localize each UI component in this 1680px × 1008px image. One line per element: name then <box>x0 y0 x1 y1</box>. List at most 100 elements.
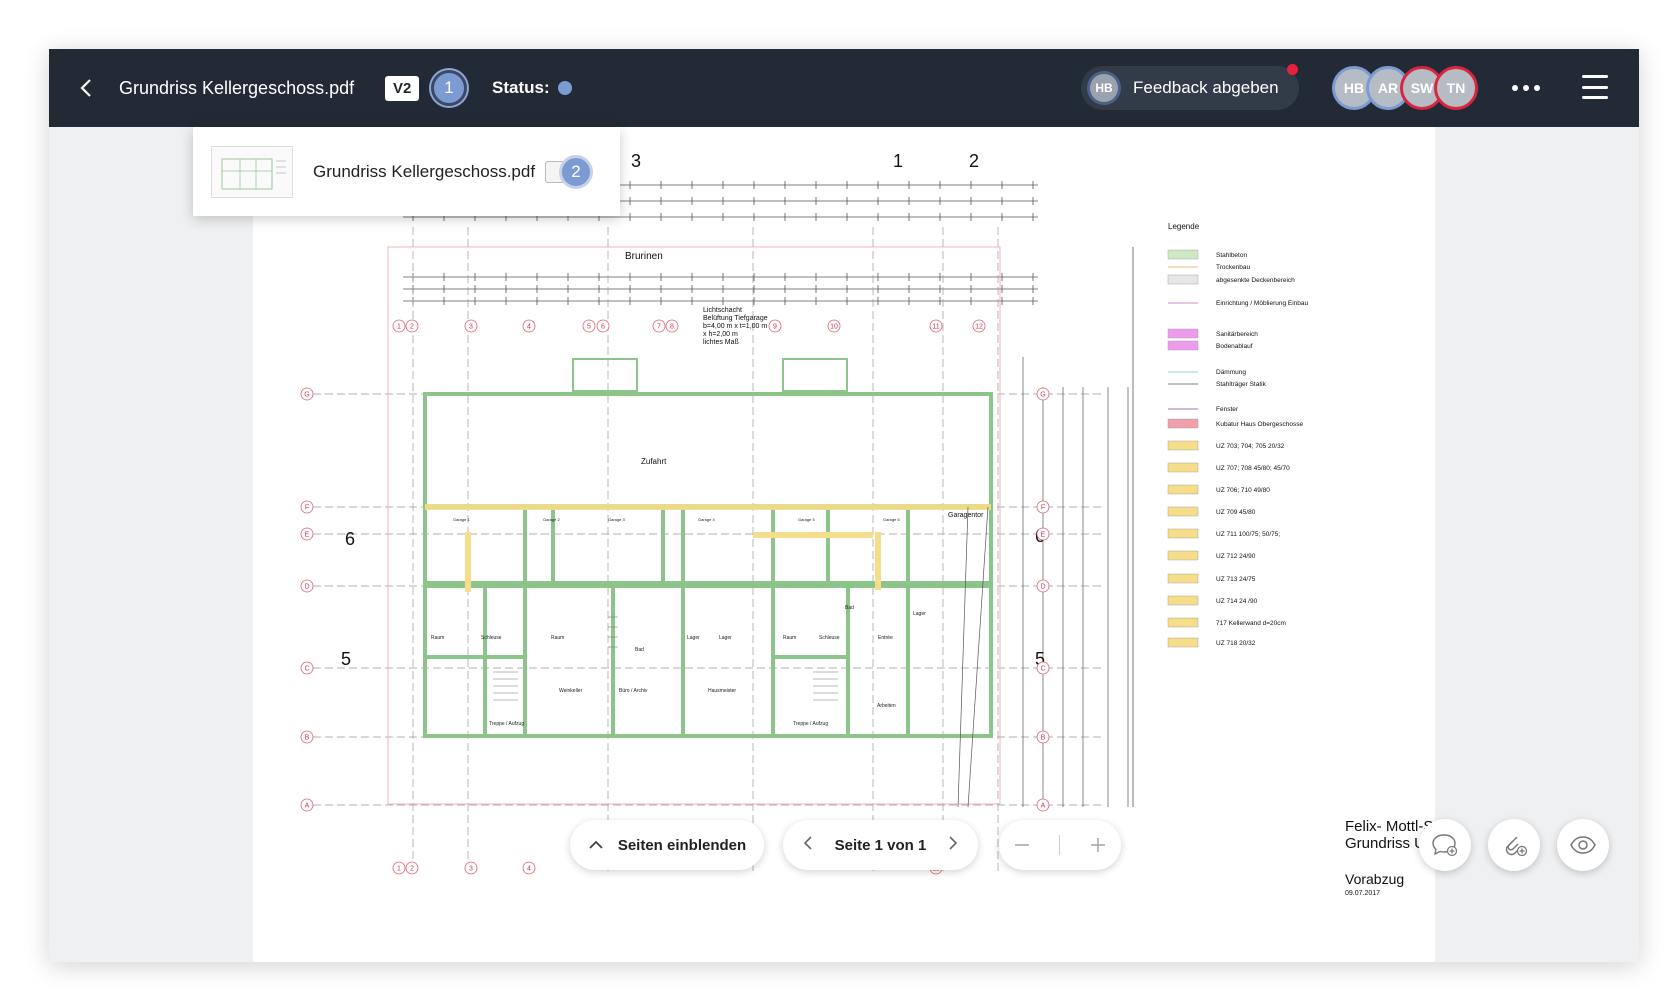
legend-label: UZ 707; 708 45/80; 45/70 <box>1216 465 1290 472</box>
page-navigator: Seite 1 von 1 <box>783 820 978 870</box>
menu-button[interactable] <box>1581 75 1609 99</box>
legend-swatch <box>1167 328 1199 339</box>
version-badge[interactable]: V2 <box>385 76 420 101</box>
legend-swatch <box>1167 418 1199 429</box>
legend-label: Kubatur Haus Obergeschosse <box>1216 421 1303 428</box>
legend-swatch <box>1167 340 1199 351</box>
legend-label: UZ 703; 704; 705 20/32 <box>1216 443 1285 450</box>
legend-entry: Bodenablauf <box>1167 340 1253 351</box>
zoom-out-button[interactable] <box>1013 830 1031 861</box>
legend-entry: UZ 707; 708 45/80; 45/70 <box>1167 462 1290 473</box>
svg-text:D: D <box>1040 584 1045 591</box>
legend-label: Fenster <box>1216 406 1239 413</box>
legend-swatch <box>1167 484 1199 495</box>
axis-marker: E <box>300 527 314 541</box>
dot-icon <box>1512 85 1518 91</box>
next-page-button[interactable] <box>948 834 958 857</box>
room-label: Raum <box>783 635 796 641</box>
legend-entry: UZ 714 24 /90 <box>1167 595 1258 606</box>
axis-marker: 2 <box>405 319 419 333</box>
legend-label: abgesenkte Deckenbereich <box>1216 277 1295 284</box>
garage-label: Garage 6 <box>883 517 900 522</box>
legend-label: Sanitärbereich <box>1216 331 1258 338</box>
legend-entry: Trockenbau <box>1168 264 1250 271</box>
svg-text:G: G <box>1040 392 1045 399</box>
svg-text:C: C <box>304 666 309 673</box>
title-block-stamp: Vorabzug <box>1345 871 1404 887</box>
room-label: Lager <box>687 635 700 641</box>
legend-swatch <box>1167 637 1199 648</box>
feedback-button[interactable]: HB Feedback abgeben <box>1081 64 1299 110</box>
chevron-left-icon <box>803 835 812 850</box>
legend-label: UZ 711 100/75; 50/75; <box>1216 531 1280 538</box>
legend-swatch <box>1167 595 1199 606</box>
chevron-right-icon <box>949 835 958 850</box>
avatar[interactable]: TN <box>1434 66 1478 110</box>
version-count-badge[interactable]: 2 <box>559 155 593 189</box>
zoom-in-button[interactable] <box>1089 830 1107 861</box>
svg-text:2: 2 <box>410 324 414 331</box>
legend-entry: UZ 713 24/75 <box>1167 573 1256 584</box>
axis-marker: 2 <box>405 861 419 875</box>
dot-icon <box>1534 85 1540 91</box>
dot-icon <box>1523 85 1529 91</box>
version-document-title[interactable]: Grundriss Kellergeschoss.pdf <box>313 162 535 182</box>
more-options-button[interactable] <box>1509 73 1543 103</box>
plus-icon <box>1090 837 1105 852</box>
legend-title: Legende <box>1168 222 1200 231</box>
svg-text:2: 2 <box>410 866 414 873</box>
add-attachment-button[interactable] <box>1488 819 1540 871</box>
back-button[interactable] <box>71 73 101 103</box>
axis-marker: B <box>1036 730 1050 744</box>
comment-add-icon <box>1432 834 1458 857</box>
legend-entry: UZ 711 100/75; 50/75; <box>1167 528 1280 539</box>
svg-text:F: F <box>305 505 309 512</box>
room-label: Hausmeister <box>708 688 736 694</box>
status-indicator[interactable] <box>558 81 572 95</box>
version-dropdown[interactable]: Grundriss Kellergeschoss.pdf 2 <box>193 127 620 216</box>
notification-dot <box>1287 64 1298 75</box>
axis-marker: 9 <box>768 319 782 333</box>
show-pages-button[interactable]: Seiten einblenden <box>570 820 764 870</box>
axis-marker: 4 <box>522 861 536 875</box>
legend-entry: 717 Kellerwand d=20cm <box>1167 617 1286 628</box>
axis-marker: 10 <box>827 319 841 333</box>
grid-number-label: 2 <box>969 151 979 171</box>
svg-text:1: 1 <box>397 324 401 331</box>
annotation-label: Brurinen <box>625 251 663 262</box>
axis-marker: G <box>1036 387 1050 401</box>
app-window: Grundriss Kellergeschoss.pdf V2 1 Status… <box>49 49 1639 962</box>
version-count-badge[interactable]: 1 <box>431 70 467 106</box>
legend-entry: UZ 712 24/90 <box>1167 550 1256 561</box>
svg-text:7: 7 <box>657 324 661 331</box>
legend-swatch <box>1167 506 1199 517</box>
zoom-divider <box>1059 835 1061 855</box>
legend-label: Dämmung <box>1216 369 1246 376</box>
add-comment-button[interactable] <box>1419 819 1471 871</box>
svg-text:8: 8 <box>670 324 674 331</box>
room-label: Büro / Archiv <box>619 688 648 694</box>
svg-text:G: G <box>304 392 309 399</box>
grid-number-label: 1 <box>893 151 903 171</box>
axis-marker: A <box>1036 798 1050 812</box>
feedback-label: Feedback abgeben <box>1133 78 1279 97</box>
lichtschacht-label: Belüftung Tiefgarage <box>703 315 768 322</box>
room-label: Weinkeller <box>559 688 583 694</box>
feedback-avatar: HB <box>1087 71 1121 105</box>
visibility-button[interactable] <box>1557 819 1609 871</box>
legend-label: UZ 718 20/32 <box>1216 640 1256 647</box>
legend-swatch <box>1167 462 1199 473</box>
axis-marker: C <box>1036 661 1050 675</box>
menu-line-icon <box>1582 75 1608 78</box>
legend-label: UZ 706; 710 49/80 <box>1216 487 1270 494</box>
room-label: Lager <box>913 611 926 617</box>
document-thumbnail[interactable] <box>211 145 293 198</box>
show-pages-label: Seiten einblenden <box>617 836 747 854</box>
legend-entry: UZ 718 20/32 <box>1167 637 1256 648</box>
previous-page-button[interactable] <box>803 834 813 857</box>
grid-number-label: 6 <box>345 529 355 549</box>
svg-text:B: B <box>305 735 310 742</box>
axis-marker: A <box>300 798 314 812</box>
legend-swatch <box>1167 528 1199 539</box>
lichtschacht-label: Lichtschacht <box>703 307 742 314</box>
